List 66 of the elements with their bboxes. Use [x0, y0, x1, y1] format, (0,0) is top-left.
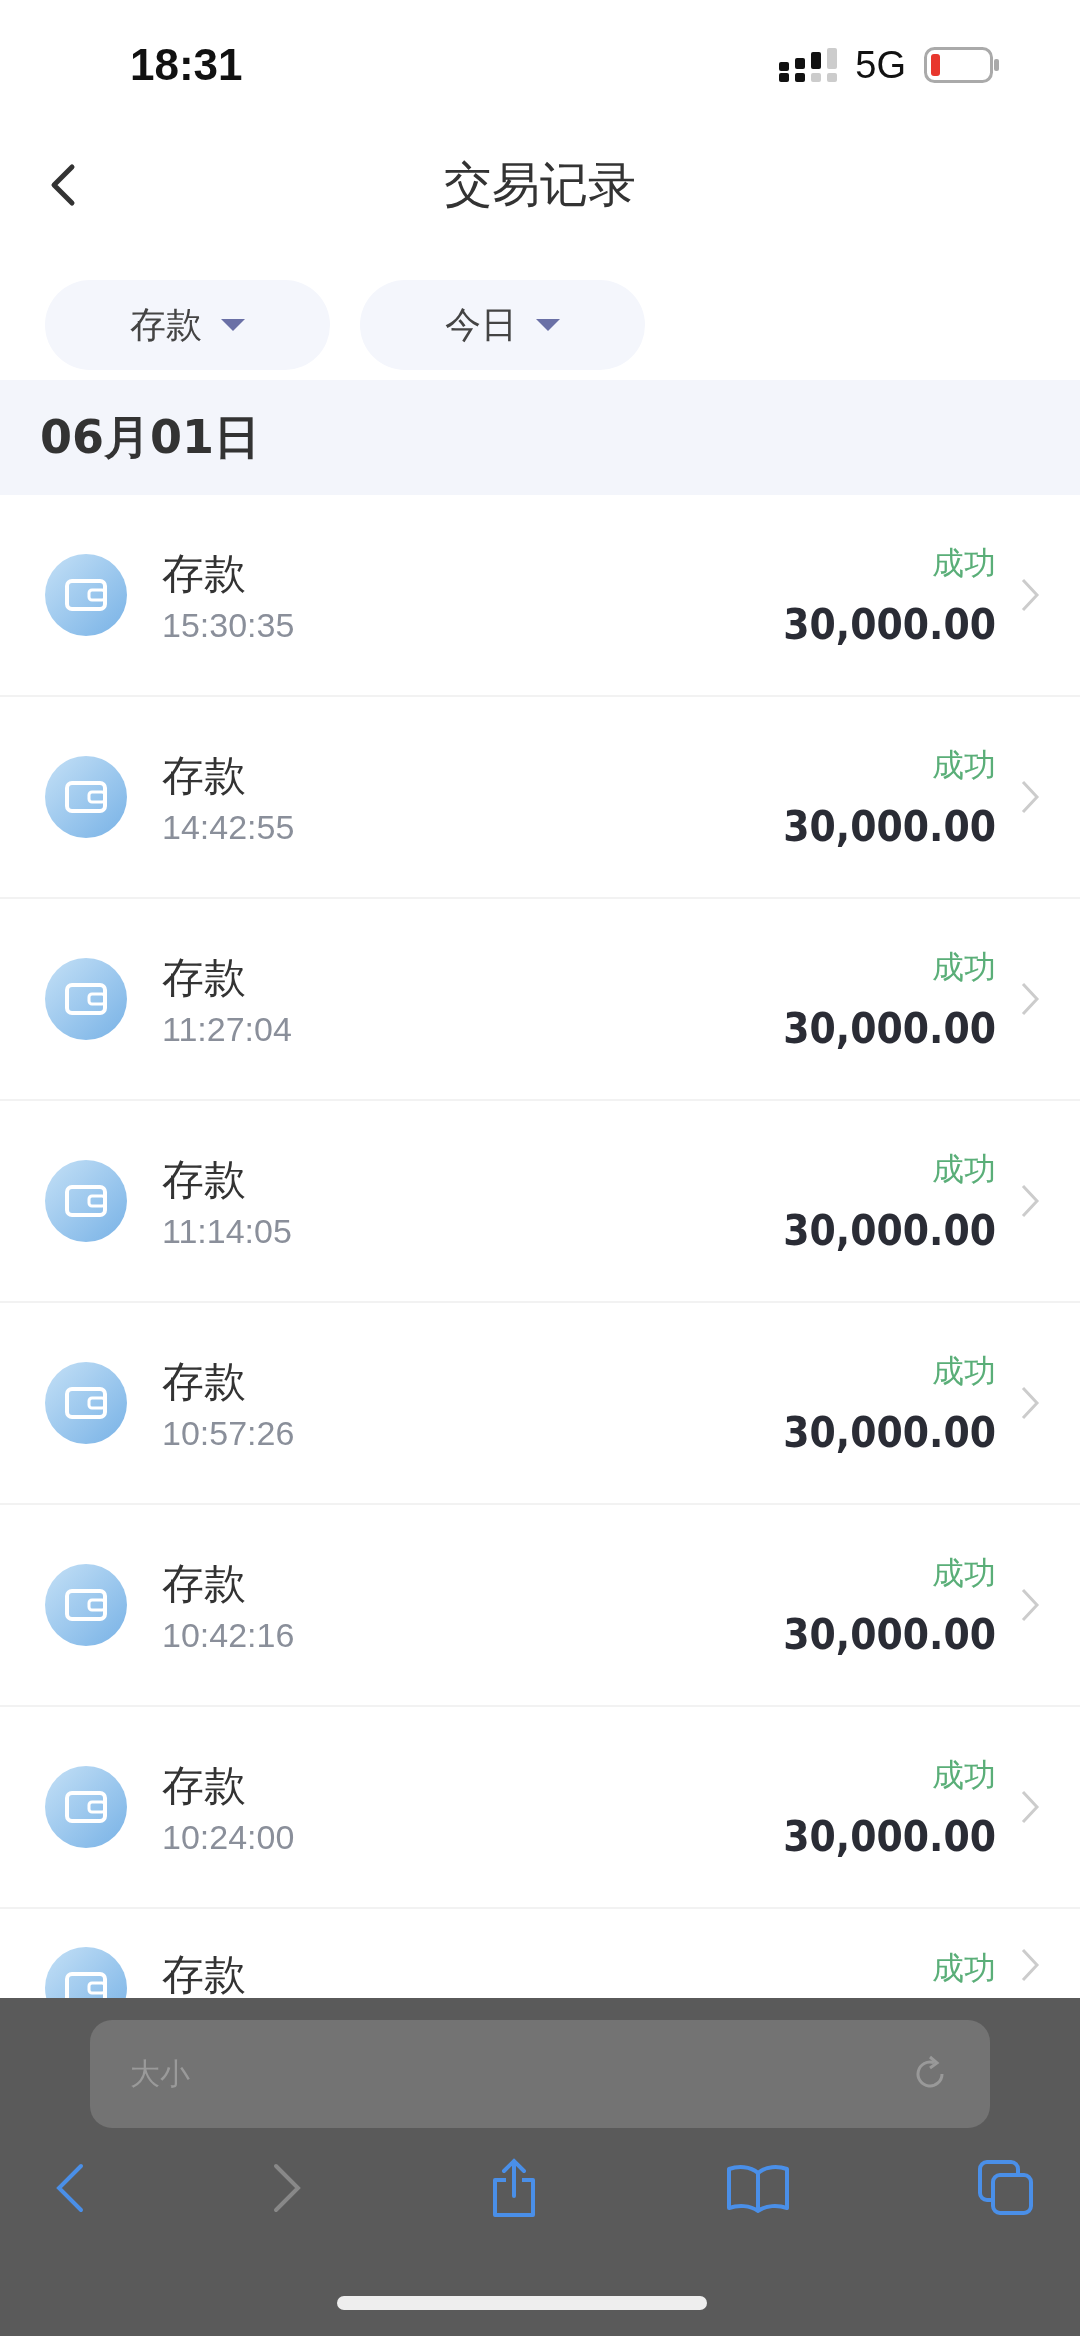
transaction-type: 存款	[162, 1355, 247, 1408]
transaction-time: 10:24:00	[162, 1817, 296, 1857]
transaction-type: 存款	[162, 1949, 247, 1998]
chevron-icon	[1020, 1183, 1040, 1219]
transaction-amount: 30,000.00	[783, 599, 996, 649]
transaction-time: 11:14:05	[162, 1211, 293, 1251]
transaction-amount: 30,000.00	[783, 801, 996, 851]
transaction-type: 存款	[162, 1153, 247, 1206]
transaction-amount: 30,000.00	[783, 1003, 996, 1053]
transaction-row[interactable]: 存款 10:57:26 成功 30,000.00	[0, 1303, 1080, 1505]
date-header: 06月01日	[0, 380, 1080, 495]
transaction-type: 存款	[162, 547, 247, 600]
chevron-icon	[1020, 981, 1040, 1017]
transaction-status: 成功	[932, 1754, 996, 1796]
caret-icon	[534, 318, 561, 332]
tabs-icon[interactable]	[977, 2159, 1035, 2217]
chevron-icon	[1020, 1385, 1040, 1421]
transaction-status: 成功	[932, 1350, 996, 1392]
wallet-icon	[45, 1947, 127, 1998]
caret-icon	[219, 318, 246, 332]
transaction-amount: 30,000.00	[783, 1609, 996, 1659]
transaction-status: 成功	[932, 1552, 996, 1594]
wallet-icon	[45, 1160, 127, 1242]
network-label: 5G	[855, 43, 906, 87]
transaction-row[interactable]: 存款 10:24:00 成功 30,000.00	[0, 1707, 1080, 1909]
wallet-icon	[45, 958, 127, 1040]
transaction-amount: 30,000.00	[783, 1205, 996, 1255]
wallet-icon	[45, 1766, 127, 1848]
transaction-type: 存款	[162, 1759, 247, 1812]
transaction-status: 成功	[932, 542, 996, 584]
filter-dropdown[interactable]: 存款	[45, 280, 330, 370]
wallet-icon	[45, 554, 127, 636]
transaction-type: 存款	[162, 1557, 247, 1610]
transaction-time: 10:57:26	[162, 1413, 296, 1453]
transaction-row[interactable]: 存款 15:30:35 成功 30,000.00	[0, 495, 1080, 697]
book-icon[interactable]	[726, 2163, 790, 2213]
battery-icon	[924, 47, 1000, 83]
transaction-status: 成功	[932, 1148, 996, 1190]
transaction-time: 10:42:16	[162, 1615, 296, 1655]
wallet-icon	[45, 756, 127, 838]
chevron-icon	[1020, 1587, 1040, 1623]
transaction-row[interactable]: 存款 成功	[0, 1909, 1080, 1998]
transaction-status: 成功	[932, 946, 996, 988]
transaction-type: 存款	[162, 951, 247, 1004]
chevron-icon	[1020, 779, 1040, 815]
transaction-status: 成功	[932, 744, 996, 786]
filter-dropdown[interactable]: 今日	[360, 280, 645, 370]
transaction-row[interactable]: 存款 14:42:55 成功 30,000.00	[0, 697, 1080, 899]
transaction-type: 存款	[162, 749, 247, 802]
transaction-row[interactable]: 存款 11:14:05 成功 30,000.00	[0, 1101, 1080, 1303]
status-time: 18:31	[130, 40, 243, 90]
wallet-icon	[45, 1362, 127, 1444]
wallet-icon	[45, 1564, 127, 1646]
transaction-time: 11:27:04	[162, 1009, 293, 1049]
transaction-amount: 30,000.00	[783, 1811, 996, 1861]
transaction-time: 15:30:35	[162, 605, 296, 645]
transaction-row[interactable]: 存款 11:27:04 成功 30,000.00	[0, 899, 1080, 1101]
chevron-icon	[1020, 577, 1040, 613]
signal-icon	[779, 48, 838, 82]
transaction-status: 成功	[932, 1948, 996, 1989]
transaction-time: 14:42:55	[162, 807, 296, 847]
chevron-icon	[1020, 1947, 1040, 1983]
chevron-icon	[1020, 1789, 1040, 1825]
page-title: 交易记录	[444, 155, 636, 214]
transaction-amount: 30,000.00	[783, 1407, 996, 1457]
transaction-row[interactable]: 存款 10:42:16 成功 30,000.00	[0, 1505, 1080, 1707]
